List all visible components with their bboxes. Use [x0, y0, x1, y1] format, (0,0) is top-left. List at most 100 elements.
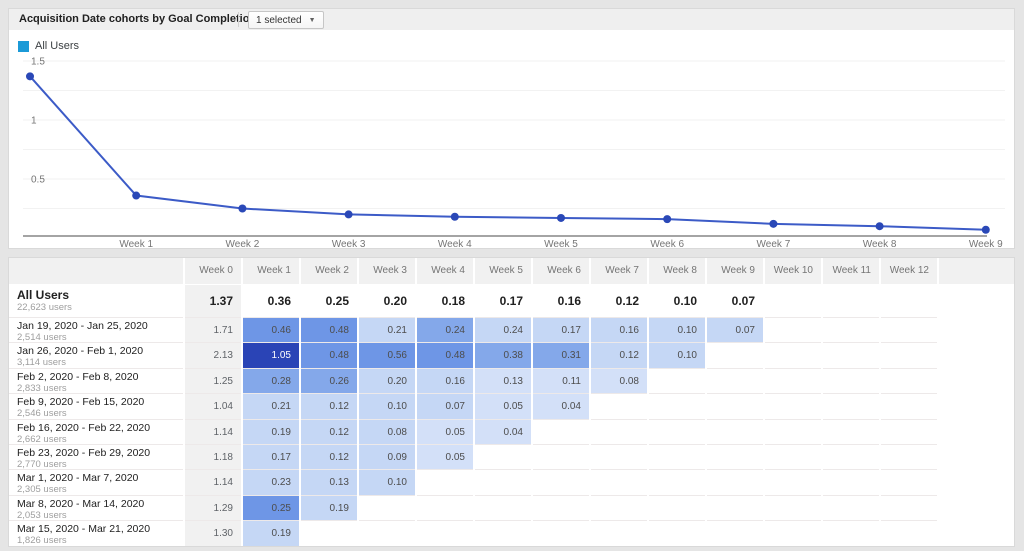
cohort-cell: [301, 520, 357, 546]
cohort-cell: [707, 520, 763, 546]
cohort-user-count: 1,826 users: [17, 535, 67, 547]
cohort-user-count: 2,770 users: [17, 458, 67, 470]
cohort-date-range: Mar 15, 2020 - Mar 21, 2020: [17, 523, 151, 536]
summary-label-cell: All Users 22,623 users: [9, 285, 183, 317]
cohort-cell: [823, 494, 879, 521]
cohort-cell: [417, 520, 473, 546]
cohort-cell: [707, 367, 763, 394]
data-point: [344, 210, 353, 219]
cohort-row: Jan 26, 2020 - Feb 1, 2020 3,114 users 2.1…: [9, 342, 1014, 369]
cohort-cell: 2.13: [185, 342, 241, 369]
summary-row: All Users 22,623 users 1.37 0.36 0.25 0.20 0…: [9, 285, 1014, 317]
cohort-cell: 0.38: [475, 342, 531, 369]
cohort-cell: [707, 443, 763, 470]
cohort-user-count: 2,053 users: [17, 509, 67, 521]
cohort-cell: [649, 494, 705, 521]
cohort-date-range: Jan 26, 2020 - Feb 1, 2020: [17, 345, 144, 358]
cohort-user-count: 2,546 users: [17, 408, 67, 420]
cohort-cell: [591, 469, 647, 495]
cohort-cell: 0.19: [243, 418, 299, 445]
cohort-date-range: Mar 1, 2020 - Mar 7, 2020: [17, 472, 139, 485]
cohort-cell: 0.07: [417, 393, 473, 420]
x-axis-tick-label: Week 5: [544, 239, 578, 248]
cohort-cell: 0.05: [475, 393, 531, 420]
week-header: Week 11: [823, 258, 879, 284]
cohort-cell: [475, 443, 531, 470]
data-point: [238, 204, 247, 213]
cohort-row: Mar 15, 2020 - Mar 21, 2020 1,826 users 1.…: [9, 520, 1014, 547]
summary-cell: 0.10: [673, 294, 697, 308]
cohort-cell: 0.26: [301, 367, 357, 394]
cohort-cell: 0.12: [591, 342, 647, 369]
summary-cell: [823, 285, 879, 317]
row-filler: [939, 495, 1014, 521]
cohort-cell: [649, 418, 705, 445]
cohort-cell: 0.31: [533, 342, 589, 369]
cohort-cell: 0.10: [649, 342, 705, 369]
cohort-cell: 0.12: [301, 418, 357, 445]
cohort-user-count: 2,833 users: [17, 382, 67, 394]
cohort-cell: [765, 342, 821, 368]
summary-cell: 0.17: [499, 294, 523, 308]
cohort-cell: [417, 469, 473, 495]
cohort-label-cell: Mar 8, 2020 - Mar 14, 2020 2,053 users: [9, 494, 183, 521]
cohort-cell: [533, 443, 589, 470]
data-point: [981, 225, 990, 234]
cohort-cell: 0.04: [475, 418, 531, 445]
cohort-cell: [823, 418, 879, 445]
cohort-cell: [649, 367, 705, 394]
cohort-label-cell: Jan 19, 2020 - Jan 25, 2020 2,514 users: [9, 317, 183, 343]
cohort-cell: 0.17: [533, 317, 589, 343]
row-filler: [939, 419, 1014, 445]
cohort-cell: 1.14: [185, 469, 241, 496]
header-filler: [939, 258, 1014, 284]
cohort-chart-card: Acquisition Date cohorts by Goal Complet…: [8, 8, 1015, 249]
cohort-cell: [881, 342, 937, 368]
cohort-date-range: Feb 23, 2020 - Feb 29, 2020: [17, 446, 151, 459]
cohort-date-range: Mar 8, 2020 - Mar 14, 2020: [17, 497, 145, 510]
week-header: Week 6: [533, 258, 589, 284]
row-filler: [939, 393, 1014, 419]
cohort-cell: [765, 367, 821, 394]
week-header: Week 2: [301, 258, 357, 284]
cohort-row: Mar 1, 2020 - Mar 7, 2020 2,305 users 1.14…: [9, 469, 1014, 496]
cohort-cell: 1.30: [185, 520, 241, 547]
week-header: Week 9: [707, 258, 763, 284]
cohort-cell: 1.29: [185, 494, 241, 521]
cohort-cell: 1.05: [243, 342, 299, 369]
segment-selector-button[interactable]: 1 selected ▼: [248, 11, 324, 29]
summary-cell: 0.36: [267, 294, 291, 308]
week-header: Week 0: [185, 258, 241, 284]
cohort-cell: 0.48: [417, 342, 473, 369]
row-filler: [939, 444, 1014, 470]
cohort-cell: [823, 342, 879, 368]
cohort-cell: [417, 494, 473, 521]
cohort-cell: [649, 520, 705, 546]
cohort-date-range: Feb 16, 2020 - Feb 22, 2020: [17, 421, 151, 434]
cohort-cell: [475, 494, 531, 521]
cohort-cell: [881, 317, 937, 343]
cohort-cell: 0.20: [359, 367, 415, 394]
cohort-date-range: Feb 9, 2020 - Feb 15, 2020: [17, 396, 145, 409]
cohort-row: Feb 2, 2020 - Feb 8, 2020 2,833 users 1.25…: [9, 367, 1014, 394]
cohort-cell: 0.08: [359, 418, 415, 445]
cohort-cell: [475, 469, 531, 495]
cohort-cell: 0.13: [475, 367, 531, 394]
data-point: [26, 72, 34, 81]
cohort-cell: 0.48: [301, 342, 357, 369]
cohort-cell: 0.05: [417, 418, 473, 445]
cohort-cell: 0.16: [417, 367, 473, 394]
cohort-label-cell: Feb 16, 2020 - Feb 22, 2020 2,662 users: [9, 418, 183, 445]
week-header: Week 5: [475, 258, 531, 284]
cohort-label-cell: Mar 1, 2020 - Mar 7, 2020 2,305 users: [9, 469, 183, 495]
cohort-cell: 0.13: [301, 469, 357, 496]
row-filler: [939, 317, 1014, 343]
summary-cell: 0.18: [441, 294, 465, 308]
summary-filler: [939, 285, 1014, 317]
cohort-cell: [707, 469, 763, 495]
cohort-cell: [591, 418, 647, 445]
chart-card-header: Acquisition Date cohorts by Goal Complet…: [9, 9, 1014, 30]
y-axis-tick-label: 1.5: [31, 57, 45, 68]
cohort-cell: 0.04: [533, 393, 589, 420]
cohort-cell: 0.16: [591, 317, 647, 343]
